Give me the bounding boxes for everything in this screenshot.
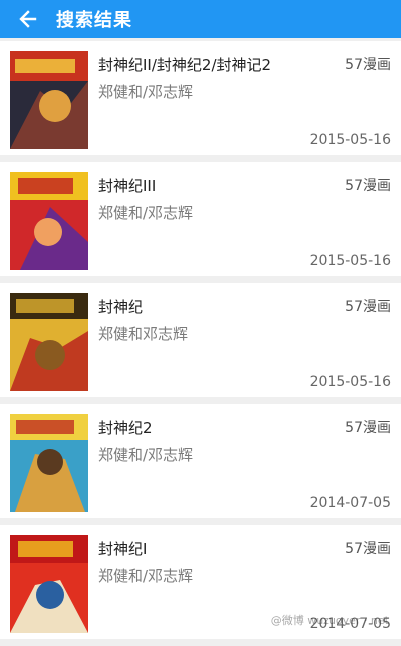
arrow-left-icon bbox=[18, 9, 38, 29]
comic-date: 2015-05-16 bbox=[310, 374, 391, 390]
comic-source: 57漫画 bbox=[345, 175, 391, 195]
comic-author: 郑健和/邓志辉 bbox=[98, 202, 193, 223]
comic-title: 封神纪2 bbox=[98, 417, 153, 438]
watermark: @微博 wuzuoyer · net bbox=[271, 612, 389, 628]
comic-cover bbox=[10, 293, 88, 391]
comic-title: 封神纪 bbox=[98, 296, 143, 317]
comic-cover bbox=[10, 172, 88, 270]
comic-title: 封神纪III bbox=[98, 175, 156, 196]
result-item[interactable]: 封神纪II/封神纪2/封神记2 郑健和/邓志辉 57漫画 2015-05-16 bbox=[0, 41, 401, 155]
comic-date: 2014-07-05 bbox=[310, 495, 391, 511]
comic-cover bbox=[10, 535, 88, 633]
back-button[interactable] bbox=[0, 0, 56, 38]
comic-date: 2015-05-16 bbox=[310, 253, 391, 269]
comic-author: 郑健和邓志辉 bbox=[98, 323, 188, 344]
comic-source: 57漫画 bbox=[345, 417, 391, 437]
app-header: 搜索结果 bbox=[0, 0, 401, 38]
comic-author: 郑健和/邓志辉 bbox=[98, 565, 193, 586]
page-title: 搜索结果 bbox=[56, 6, 132, 32]
comic-cover bbox=[10, 51, 88, 149]
result-item[interactable]: 封神纪III 郑健和/邓志辉 57漫画 2015-05-16 bbox=[0, 162, 401, 276]
comic-title: 封神纪I bbox=[98, 538, 147, 559]
search-results-list: 封神纪II/封神纪2/封神记2 郑健和/邓志辉 57漫画 2015-05-16 … bbox=[0, 41, 401, 646]
comic-cover bbox=[10, 414, 88, 512]
comic-date: 2015-05-16 bbox=[310, 132, 391, 148]
comic-author: 郑健和/邓志辉 bbox=[98, 81, 193, 102]
comic-source: 57漫画 bbox=[345, 538, 391, 558]
comic-source: 57漫画 bbox=[345, 54, 391, 74]
result-item[interactable]: 封神纪 郑健和邓志辉 57漫画 2015-05-16 bbox=[0, 283, 401, 397]
comic-author: 郑健和/邓志辉 bbox=[98, 444, 193, 465]
comic-source: 57漫画 bbox=[345, 296, 391, 316]
result-item[interactable]: 封神纪2 郑健和/邓志辉 57漫画 2014-07-05 bbox=[0, 404, 401, 518]
comic-title: 封神纪II/封神纪2/封神记2 bbox=[98, 54, 271, 75]
